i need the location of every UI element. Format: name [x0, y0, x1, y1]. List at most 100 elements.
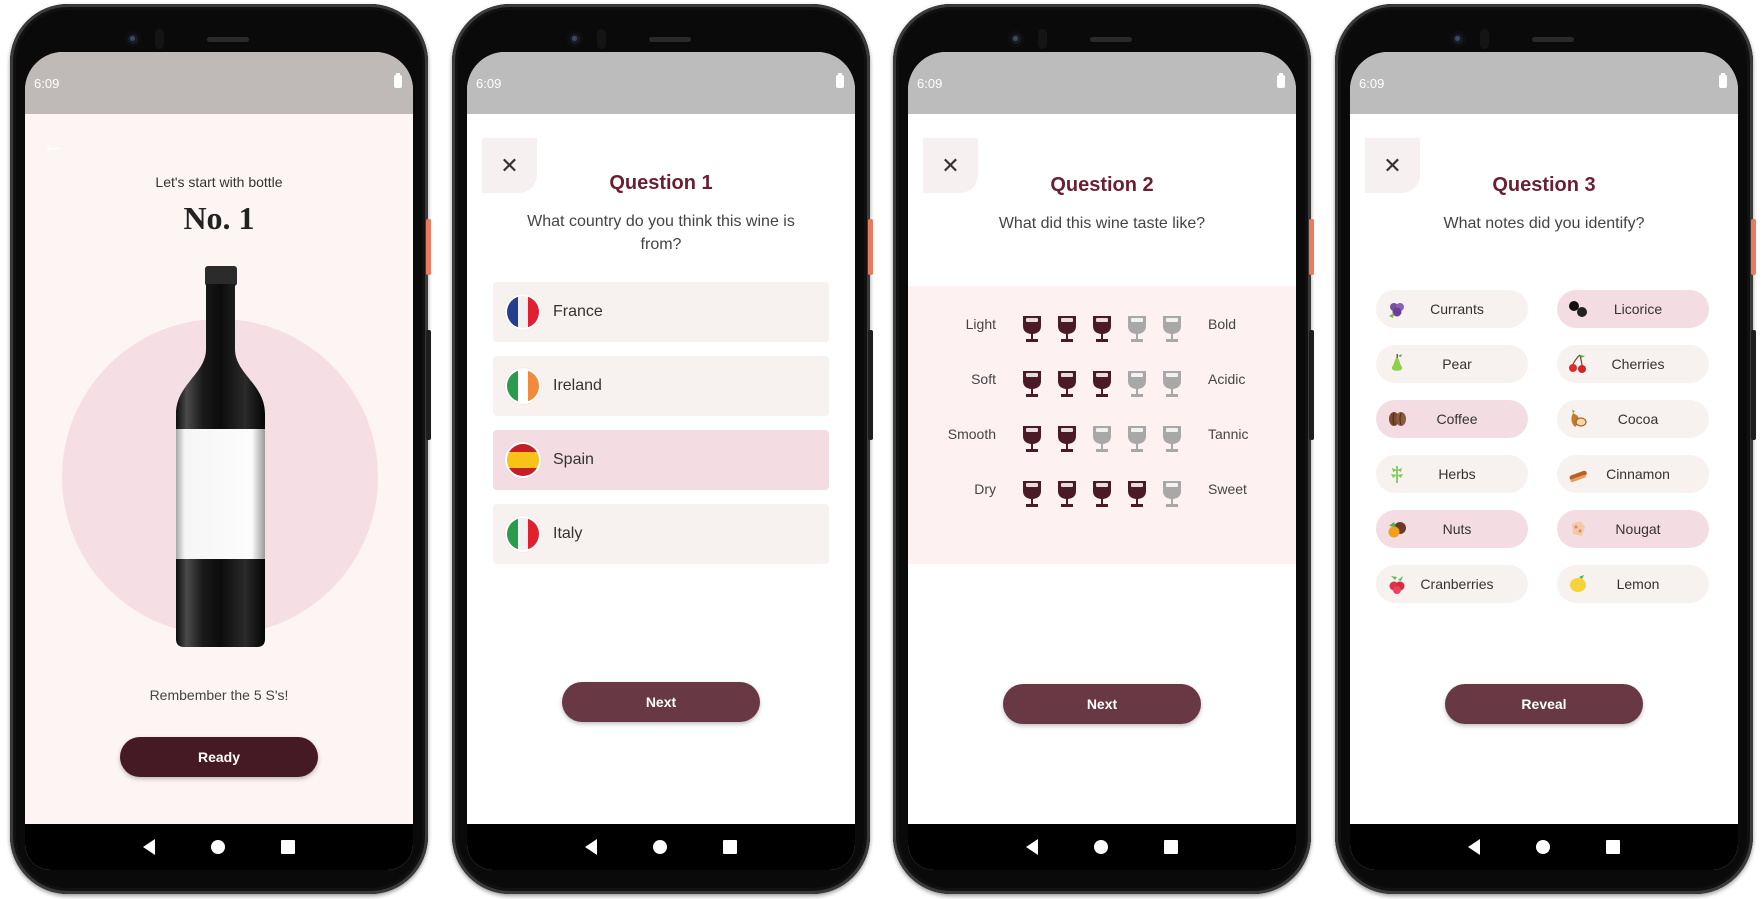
taste-right-label: Acidic	[1208, 371, 1246, 387]
wine-glass-empty-icon[interactable]	[1091, 424, 1113, 454]
nav-recents-icon[interactable]	[1606, 840, 1620, 854]
nav-back-icon[interactable]	[143, 839, 155, 855]
wine-glass-filled-icon[interactable]	[1021, 424, 1043, 454]
question-title: Question 3	[1492, 174, 1596, 196]
country-option-france[interactable]: France	[493, 282, 829, 342]
phone-frame-question-1: 6:09 ✕ Question 1 What country do you th…	[452, 4, 873, 894]
note-chip-cranberries[interactable]: Cranberries	[1376, 565, 1528, 603]
bottle-number: No. 1	[183, 200, 255, 236]
power-button	[426, 219, 431, 275]
taste-right-label: Tannic	[1208, 426, 1249, 442]
wine-glass-filled-icon[interactable]	[1056, 424, 1078, 454]
wine-glass-filled-icon[interactable]	[1091, 479, 1113, 509]
wine-glass-filled-icon[interactable]	[1091, 314, 1113, 344]
glass-rating	[1021, 424, 1183, 454]
wine-glass-filled-icon[interactable]	[1126, 479, 1148, 509]
wine-glass-empty-icon[interactable]	[1161, 424, 1183, 454]
taste-row-soft-acidic: Soft Acidic	[908, 369, 1296, 399]
note-chip-cinnamon[interactable]: Cinnamon	[1557, 455, 1709, 493]
power-button	[1309, 219, 1314, 275]
wine-glass-empty-icon[interactable]	[1161, 314, 1183, 344]
question-prompt: What notes did you identify?	[1443, 215, 1645, 232]
earpiece-speaker	[1532, 37, 1574, 42]
sensor	[155, 29, 164, 49]
question-3-screen: 6:09 ✕ Question 3 What notes did you ide…	[1350, 52, 1738, 870]
next-button[interactable]: Next	[562, 682, 760, 722]
cinnamon-icon	[1567, 463, 1589, 485]
wine-glass-filled-icon[interactable]	[1056, 314, 1078, 344]
phone-frame-start: 6:09 ← Let's start with bottle No. 1 Rem…	[10, 4, 431, 894]
front-camera	[1450, 31, 1466, 47]
phone-frame-question-3: 6:09 ✕ Question 3 What notes did you ide…	[1335, 4, 1756, 894]
note-chip-coffee[interactable]: Coffee	[1376, 400, 1528, 438]
question-prompt: What did this wine taste like?	[998, 215, 1206, 232]
note-chip-cocoa[interactable]: Cocoa	[1557, 400, 1709, 438]
question-2-content: ✕ Question 2 What did this wine taste li…	[908, 114, 1296, 824]
country-option-ireland[interactable]: Ireland	[493, 356, 829, 416]
question-title: Question 1	[609, 172, 713, 194]
wine-glass-empty-icon[interactable]	[1126, 369, 1148, 399]
wine-glass-empty-icon[interactable]	[1161, 369, 1183, 399]
country-option-italy[interactable]: Italy	[493, 504, 829, 564]
taste-row-dry-sweet: Dry Sweet	[908, 479, 1296, 509]
note-chip-licorice[interactable]: Licorice	[1557, 290, 1709, 328]
taste-row-light-bold: Light Bold	[908, 314, 1296, 344]
note-chip-cherries[interactable]: Cherries	[1557, 345, 1709, 383]
country-option-label: Spain	[553, 451, 594, 468]
status-time: 6:09	[34, 76, 60, 91]
back-arrow-icon[interactable]: ←	[42, 132, 64, 158]
note-chip-currants[interactable]: Currants	[1376, 290, 1528, 328]
glass-rating	[1021, 369, 1183, 399]
note-chip-pear[interactable]: Pear	[1376, 345, 1528, 383]
nav-back-icon[interactable]	[585, 839, 597, 855]
power-button	[868, 219, 873, 275]
android-nav-bar	[25, 824, 413, 870]
note-chip-herbs[interactable]: Herbs	[1376, 455, 1528, 493]
volume-button	[868, 330, 873, 440]
cherries-icon	[1567, 353, 1589, 375]
wine-glass-filled-icon[interactable]	[1091, 369, 1113, 399]
reveal-button[interactable]: Reveal	[1445, 684, 1643, 724]
wine-glass-empty-icon[interactable]	[1161, 479, 1183, 509]
volume-button	[1751, 330, 1756, 440]
ready-button[interactable]: Ready	[120, 737, 318, 777]
nav-recents-icon[interactable]	[281, 840, 295, 854]
taste-left-label: Smooth	[947, 426, 996, 442]
intro-text: Let's start with bottle	[155, 174, 283, 190]
nav-recents-icon[interactable]	[1164, 840, 1178, 854]
note-chip-nuts[interactable]: Nuts	[1376, 510, 1528, 548]
status-time: 6:09	[1359, 76, 1385, 91]
note-chip-nougat[interactable]: Nougat	[1557, 510, 1709, 548]
nav-back-icon[interactable]	[1468, 839, 1480, 855]
question-3-content: ✕ Question 3 What notes did you identify…	[1350, 114, 1738, 824]
wine-glass-filled-icon[interactable]	[1056, 369, 1078, 399]
nav-home-icon[interactable]	[1536, 840, 1550, 854]
country-option-label: France	[553, 303, 603, 320]
earpiece-speaker	[649, 37, 691, 42]
taste-left-label: Light	[965, 316, 996, 332]
phone-frame-question-2: 6:09 ✕ Question 2 What did this wine tas…	[893, 4, 1314, 894]
nav-home-icon[interactable]	[1094, 840, 1108, 854]
start-content: ← Let's start with bottle No. 1 Rembembe…	[25, 114, 413, 824]
status-bar: 6:09	[25, 52, 413, 114]
start-screen: 6:09 ← Let's start with bottle No. 1 Rem…	[25, 52, 413, 870]
wine-glass-filled-icon[interactable]	[1021, 369, 1043, 399]
nav-recents-icon[interactable]	[723, 840, 737, 854]
nav-home-icon[interactable]	[653, 840, 667, 854]
taste-left-label: Dry	[974, 481, 996, 497]
nav-home-icon[interactable]	[211, 840, 225, 854]
battery-icon	[1719, 73, 1727, 88]
note-chip-lemon[interactable]: Lemon	[1557, 565, 1709, 603]
next-button[interactable]: Next	[1003, 684, 1201, 724]
cranberries-icon	[1386, 573, 1408, 595]
wine-glass-filled-icon[interactable]	[1021, 479, 1043, 509]
wine-glass-empty-icon[interactable]	[1126, 314, 1148, 344]
wine-glass-filled-icon[interactable]	[1056, 479, 1078, 509]
sensor	[597, 29, 606, 49]
wine-glass-empty-icon[interactable]	[1126, 424, 1148, 454]
country-option-spain[interactable]: Spain	[493, 430, 829, 490]
spain-flag-icon	[505, 442, 541, 478]
battery-icon	[394, 73, 402, 88]
wine-glass-filled-icon[interactable]	[1021, 314, 1043, 344]
nav-back-icon[interactable]	[1026, 839, 1038, 855]
